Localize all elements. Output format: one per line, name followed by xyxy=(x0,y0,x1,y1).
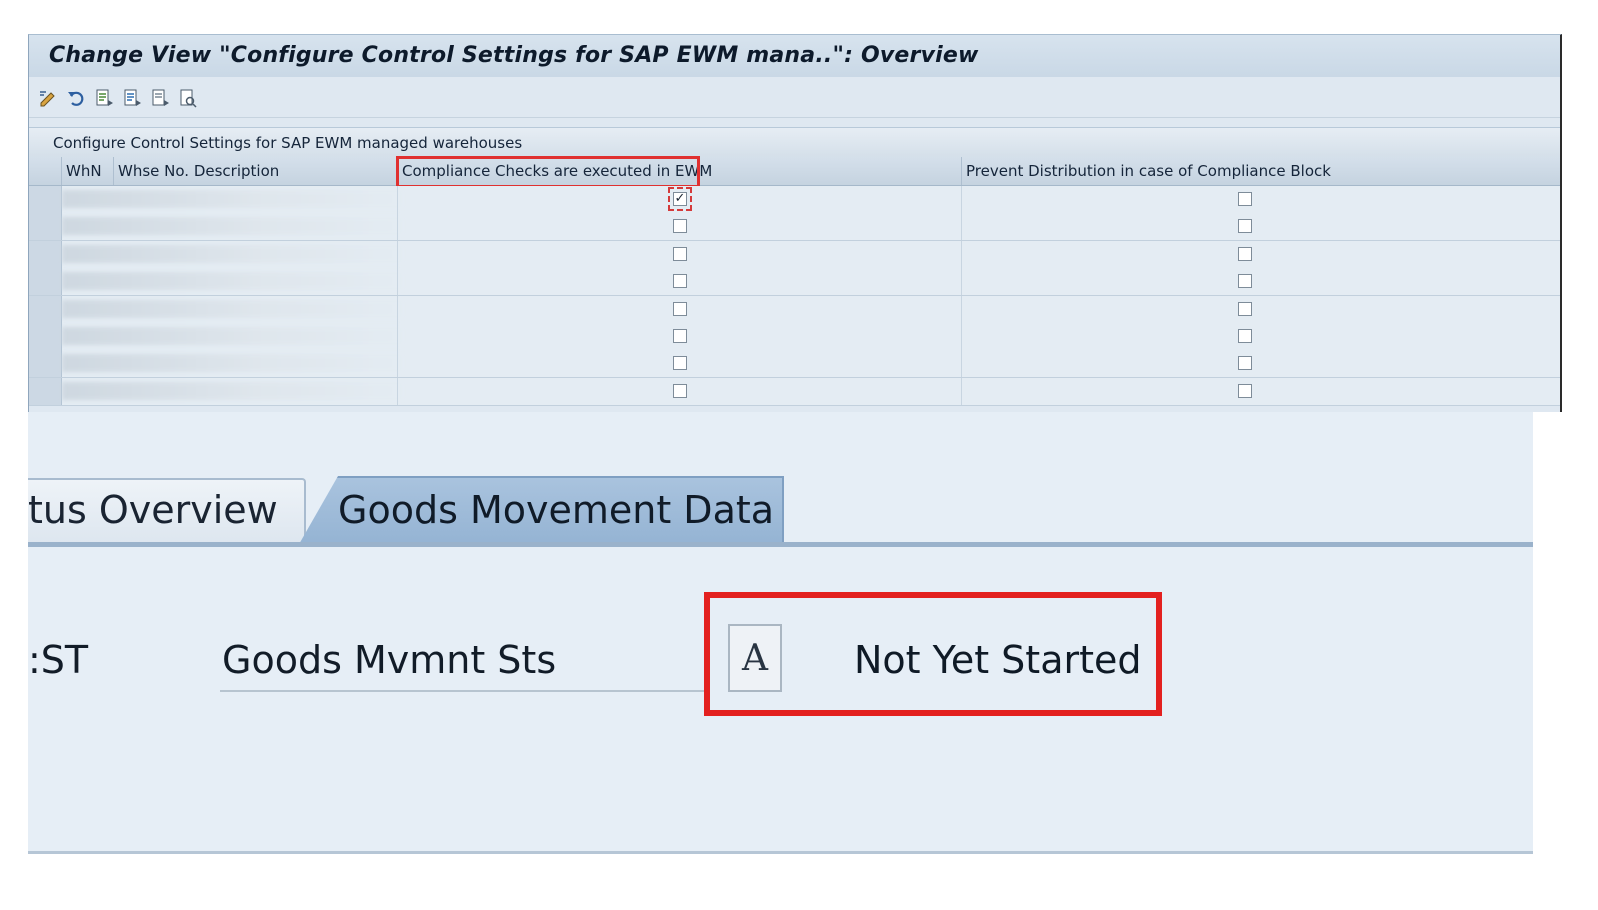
column-separator xyxy=(961,377,962,405)
status-highlight-box xyxy=(704,592,1162,716)
title-bar: Change View "Configure Control Settings … xyxy=(29,35,1560,77)
compliance-checkbox[interactable] xyxy=(673,383,687,398)
tab-goods-movement-data-label: Goods Movement Data xyxy=(338,488,775,532)
column-separator xyxy=(961,350,962,378)
tab-status-overview-label: tus Overview xyxy=(28,488,278,532)
column-separator xyxy=(397,268,398,296)
redacted-warehouse-cell xyxy=(62,381,402,400)
column-separator xyxy=(961,323,962,350)
select-all-icon[interactable] xyxy=(177,87,199,109)
prevent-distribution-checkbox[interactable] xyxy=(1238,301,1252,316)
settings-table: WhN Whse No. Description Compliance Chec… xyxy=(29,156,1560,412)
table-row xyxy=(29,323,1560,351)
compliance-checkbox[interactable] xyxy=(673,329,687,343)
row-selector[interactable] xyxy=(29,186,62,213)
row-selector[interactable] xyxy=(29,268,62,296)
table-row xyxy=(29,213,1560,242)
compliance-checkbox[interactable] xyxy=(673,301,687,316)
column-separator xyxy=(397,213,398,241)
prevent-distribution-checkbox[interactable] xyxy=(1238,274,1252,289)
compliance-checkbox[interactable] xyxy=(673,274,687,289)
toolbar-divider xyxy=(29,117,1560,118)
table-row xyxy=(29,240,1560,269)
column-separator xyxy=(961,186,962,213)
new-entries-icon[interactable] xyxy=(93,87,115,109)
undo-icon[interactable] xyxy=(65,87,87,109)
column-separator xyxy=(397,186,398,213)
table-row: ✓ xyxy=(29,186,1560,214)
row-selector[interactable] xyxy=(29,295,62,323)
field-label-underline xyxy=(220,690,710,692)
col-header-description[interactable]: Whse No. Description xyxy=(113,157,398,185)
select-all-rows-cell[interactable] xyxy=(29,157,61,185)
bottom-divider xyxy=(28,851,1533,854)
table-row xyxy=(29,350,1560,379)
copy-icon[interactable] xyxy=(121,87,143,109)
display-change-icon[interactable] xyxy=(37,87,59,109)
redacted-warehouse-cell xyxy=(62,354,402,373)
section-title-text: Configure Control Settings for SAP EWM m… xyxy=(53,134,523,152)
column-separator xyxy=(961,213,962,241)
prevent-distribution-checkbox[interactable] xyxy=(1238,219,1252,234)
checkmark-icon: ✓ xyxy=(674,191,686,206)
redacted-warehouse-cell xyxy=(62,299,402,318)
maintenance-view-panel: Change View "Configure Control Settings … xyxy=(28,34,1562,412)
column-separator xyxy=(961,295,962,323)
table-header: WhN Whse No. Description Compliance Chec… xyxy=(29,157,1560,186)
column-separator xyxy=(961,268,962,296)
table-section-title: Configure Control Settings for SAP EWM m… xyxy=(29,127,1560,158)
redacted-warehouse-cell xyxy=(62,190,402,208)
column-separator xyxy=(397,240,398,268)
prevent-distribution-checkbox[interactable] xyxy=(1238,383,1252,398)
prevent-distribution-checkbox[interactable] xyxy=(1238,329,1252,343)
prevent-distribution-checkbox[interactable] xyxy=(1238,356,1252,371)
redacted-warehouse-cell xyxy=(62,244,402,263)
row-selector[interactable] xyxy=(29,377,62,405)
tab-strip-line xyxy=(28,542,1533,547)
outbound-delivery-detail-panel: tus Overview Goods Movement Data :ST Goo… xyxy=(28,412,1533,854)
compliance-checkbox[interactable] xyxy=(673,246,687,261)
compliance-checkbox[interactable] xyxy=(673,356,687,371)
compliance-checkbox[interactable]: ✓ xyxy=(673,192,687,206)
column-separator xyxy=(397,377,398,405)
redacted-warehouse-cell xyxy=(62,272,402,291)
compliance-column-highlight xyxy=(396,156,700,188)
prevent-distribution-checkbox[interactable] xyxy=(1238,246,1252,261)
column-separator xyxy=(397,323,398,350)
prevent-distribution-checkbox[interactable] xyxy=(1238,192,1252,206)
column-separator xyxy=(397,295,398,323)
delete-icon[interactable] xyxy=(149,87,171,109)
redacted-warehouse-cell xyxy=(62,327,402,345)
redacted-warehouse-cell xyxy=(62,217,402,236)
col-header-whn[interactable]: WhN xyxy=(61,157,114,185)
col-header-prevent-distribution[interactable]: Prevent Distribution in case of Complian… xyxy=(961,157,1526,185)
row-selector[interactable] xyxy=(29,240,62,268)
row-selector[interactable] xyxy=(29,350,62,378)
goods-movement-status-label: Goods Mvmnt Sts xyxy=(222,638,557,682)
application-toolbar xyxy=(37,83,199,113)
table-row xyxy=(29,268,1560,297)
table-row xyxy=(29,295,1560,324)
table-row xyxy=(29,377,1560,406)
window-title: Change View "Configure Control Settings … xyxy=(49,43,979,68)
cut-off-field-label: :ST xyxy=(28,638,89,682)
compliance-checkbox[interactable] xyxy=(673,219,687,234)
row-selector[interactable] xyxy=(29,323,62,350)
row-selector[interactable] xyxy=(29,213,62,241)
column-separator xyxy=(397,350,398,378)
column-separator xyxy=(961,240,962,268)
